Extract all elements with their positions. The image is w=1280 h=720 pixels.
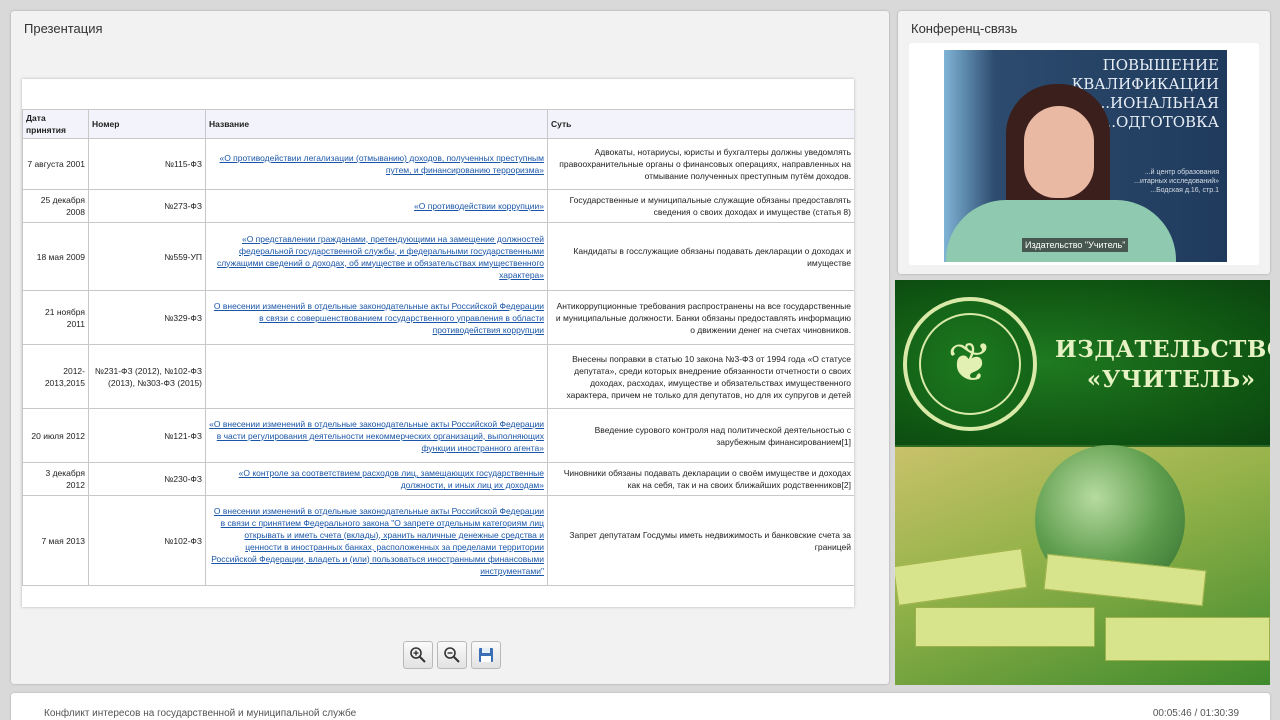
cell-date: 25 декабря 2008 — [22, 189, 89, 223]
cell-number: №121-ФЗ — [88, 408, 206, 463]
cell-number: №559-УП — [88, 222, 206, 291]
cell-essence: Введение сурового контроля над политичес… — [547, 408, 854, 463]
player-footer: Конфликт интересов на государственной и … — [11, 693, 1270, 720]
cell-name-link[interactable]: «О противодействии легализации (отмывани… — [205, 138, 548, 190]
cell-name-link[interactable]: О внесении изменений в отдельные законод… — [205, 495, 548, 586]
cell-date: 3 декабря 2012 — [22, 462, 89, 496]
column-header-date: Дата принятия — [22, 109, 89, 139]
save-icon — [479, 648, 493, 662]
speaker-video[interactable]: ПОВЫШЕНИЕ КВАЛИФИКАЦИИ ...ИОНАЛЬНАЯ ...О… — [944, 50, 1227, 262]
cell-number: №102-ФЗ — [88, 495, 206, 586]
table-row: 20 июля 2012 №121-ФЗ «О внесении изменен… — [22, 408, 854, 463]
cell-number: №273-ФЗ — [88, 189, 206, 223]
cell-essence: Адвокаты, нотариусы, юристы и бухгалтеры… — [547, 138, 854, 190]
publisher-logo: ❦ — [903, 297, 1037, 431]
speaker-body — [946, 200, 1176, 262]
cell-name-link[interactable]: «О противодействии коррупции» — [205, 189, 548, 223]
table-row: 18 мая 2009 №559-УП «О представлении гра… — [22, 222, 854, 291]
cell-name-link[interactable] — [205, 344, 548, 409]
slide-toolbar — [403, 641, 501, 669]
cell-essence: Антикоррупционные требования распростран… — [547, 290, 854, 345]
speaker-face — [1024, 106, 1094, 198]
publisher-name: ИЗДАТЕЛЬСТВО «УЧИТЕЛЬ» — [1055, 336, 1270, 393]
book-image — [1105, 617, 1270, 661]
cell-date: 20 июля 2012 — [22, 408, 89, 463]
publisher-logo-area: ❦ ИЗДАТЕЛЬСТВО «УЧИТЕЛЬ» — [895, 280, 1270, 445]
cell-date: 7 августа 2001 — [22, 138, 89, 190]
save-button[interactable] — [471, 641, 501, 669]
table-row: 3 декабря 2012 №230-ФЗ «О контроле за со… — [22, 462, 854, 496]
table-row: 21 ноября 2011 №329-ФЗ О внесении измене… — [22, 290, 854, 345]
cell-date: 21 ноября 2011 — [22, 290, 89, 345]
table-row: 7 августа 2001 №115-ФЗ «О противодействи… — [22, 138, 854, 190]
course-title: Конфликт интересов на государственной и … — [44, 708, 357, 719]
publisher-illustration — [895, 445, 1270, 685]
video-container: ПОВЫШЕНИЕ КВАЛИФИКАЦИИ ...ИОНАЛЬНАЯ ...О… — [909, 43, 1259, 265]
cell-name-link[interactable]: «О контроле за соответствием расходов ли… — [205, 462, 548, 496]
cell-number: №329-ФЗ — [88, 290, 206, 345]
column-header-number: Номер — [88, 109, 206, 139]
presentation-panel: Презентация Дата принятия Номер Название… — [11, 11, 889, 684]
cell-name-link[interactable]: «О внесении изменений в отдельные законо… — [205, 408, 548, 463]
table-row: 7 мая 2013 №102-ФЗ О внесении изменений … — [22, 495, 854, 586]
zoom-out-button[interactable] — [437, 641, 467, 669]
column-header-essence: Суть — [547, 109, 854, 139]
cell-number: №115-ФЗ — [88, 138, 206, 190]
presentation-title: Презентация — [24, 21, 103, 36]
table-row: 25 декабря 2008 №273-ФЗ «О противодейств… — [22, 189, 854, 223]
cell-essence: Внесены поправки в статью 10 закона №3-Ф… — [547, 344, 854, 409]
cell-essence: Государственные и муниципальные служащие… — [547, 189, 854, 223]
cell-name-link[interactable]: «О представлении гражданами, претендующи… — [205, 222, 548, 291]
column-header-name: Название — [205, 109, 548, 139]
book-torch-icon: ❦ — [947, 331, 993, 395]
conference-panel: Конференц-связь ПОВЫШЕНИЕ КВАЛИФИКАЦИИ .… — [898, 11, 1270, 274]
cell-date: 18 мая 2009 — [22, 222, 89, 291]
playback-time: 00:05:46 / 01:30:39 — [1152, 708, 1239, 719]
zoom-out-icon — [444, 647, 460, 663]
zoom-in-button[interactable] — [403, 641, 433, 669]
cell-date: 2012-2013,2015 — [22, 344, 89, 409]
cell-name-link[interactable]: О внесении изменений в отдельные законод… — [205, 290, 548, 345]
cell-number: №231-ФЗ (2012), №102-ФЗ (2013), №303-ФЗ … — [88, 344, 206, 409]
publisher-logo-inner: ❦ — [919, 313, 1021, 415]
laws-table: Дата принятия Номер Название Суть 7 авгу… — [22, 109, 854, 586]
presentation-slide: Дата принятия Номер Название Суть 7 авгу… — [22, 79, 854, 607]
cell-date: 7 мая 2013 — [22, 495, 89, 586]
cell-number: №230-ФЗ — [88, 462, 206, 496]
cell-essence: Запрет депутатам Госдумы иметь недвижимо… — [547, 495, 854, 586]
book-image — [1043, 553, 1207, 607]
table-header-row: Дата принятия Номер Название Суть — [22, 109, 854, 139]
publisher-banner: ❦ ИЗДАТЕЛЬСТВО «УЧИТЕЛЬ» — [895, 280, 1270, 685]
cell-essence: Кандидаты в госслужащие обязаны подавать… — [547, 222, 854, 291]
table-row: 2012-2013,2015 №231-ФЗ (2012), №102-ФЗ (… — [22, 344, 854, 409]
book-image — [915, 607, 1095, 647]
speaker-name-label: Издательство "Учитель" — [1022, 238, 1129, 252]
banner-small-text: ...й центр образования ...итарных исслед… — [1134, 169, 1219, 194]
conference-title: Конференц-связь — [911, 21, 1018, 36]
book-image — [895, 548, 1028, 606]
cell-essence: Чиновники обязаны подавать декларации о … — [547, 462, 854, 496]
zoom-in-icon — [410, 647, 426, 663]
